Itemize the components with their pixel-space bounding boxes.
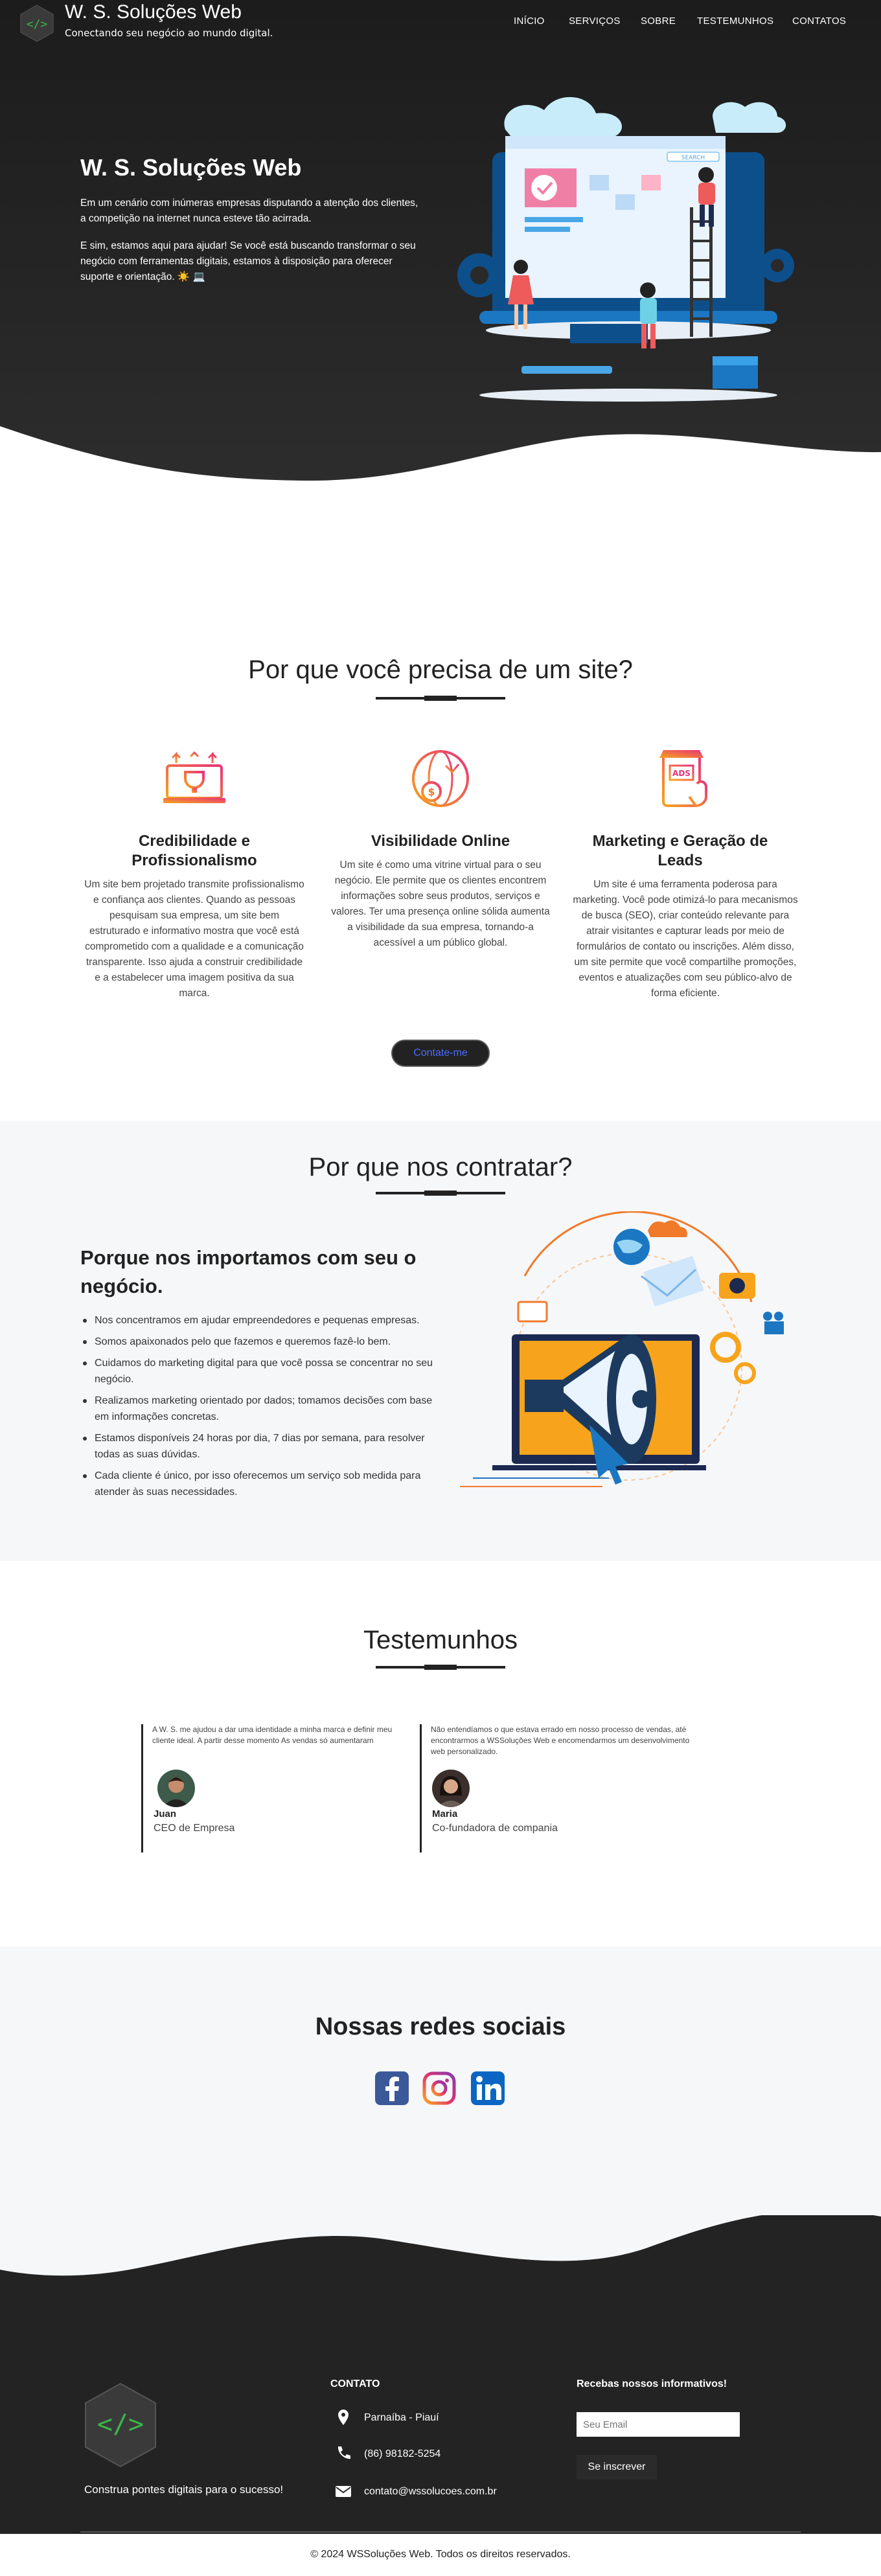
trophy-laptop-icon	[163, 751, 225, 803]
card-text-visibilidade: Um site é como uma vitrine virtual para …	[331, 860, 550, 948]
location-pin-icon	[338, 2410, 349, 2425]
nav-sobre[interactable]: SOBRE	[641, 16, 676, 27]
nav-inicio[interactable]: INÍCIO	[514, 16, 545, 27]
card-title-visibilidade: Visibilidade Online	[371, 832, 510, 850]
contact-email[interactable]: contato@wssolucoes.com.br	[364, 2486, 497, 2498]
instagram-icon[interactable]	[422, 2071, 456, 2105]
list-item: Estamos disponíveis 24 horas por dia, 7 …	[80, 1430, 443, 1463]
nav-testemunhos[interactable]: TESTEMUNHOS	[697, 16, 773, 27]
footer-logo-icon: </>	[85, 2382, 156, 2468]
testimonial-name: Juan	[154, 1808, 177, 1819]
contact-phone[interactable]: (86) 98182-5254	[364, 2448, 440, 2460]
why-us-list: Nos concentramos em ajudar empreendedore…	[80, 1312, 443, 1505]
testimonial-role: CEO de Empresa	[154, 1823, 235, 1834]
hero-title: W. S. Soluções Web	[80, 154, 302, 181]
copyright-text: © 2024 WSSoluções Web. Todos os direitos…	[310, 2549, 571, 2560]
cloud-shape	[504, 97, 786, 137]
testimonial-card: Não entendíamos o que estava errado em n…	[420, 1724, 692, 1852]
hero-paragraph-2: E sim, estamos aqui para ajudar! Se você…	[80, 240, 416, 282]
nav-contatos[interactable]: CONTATOS	[792, 16, 846, 27]
newsletter-email-input[interactable]	[577, 2412, 740, 2437]
testimonial-name: Maria	[432, 1808, 458, 1819]
megaphone-illustration	[460, 1211, 784, 1487]
envelope-shape	[641, 1256, 704, 1306]
list-item: Cuidamos do marketing digital para que v…	[80, 1355, 443, 1387]
testimonial-card: A W. S. me ajudou a dar uma identidade a…	[141, 1724, 413, 1852]
globe-coin-icon: $	[412, 750, 469, 807]
list-item: Realizamos marketing orientado por dados…	[80, 1393, 443, 1425]
list-item: Nos concentramos em ajudar empreendedore…	[80, 1312, 443, 1328]
facebook-icon[interactable]	[375, 2071, 409, 2105]
logo-icon[interactable]: </>	[19, 4, 54, 43]
globe-shape	[613, 1229, 650, 1265]
contact-location: Parnaíba - Piauí	[364, 2412, 439, 2423]
social-title: Nossas redes sociais	[315, 2013, 566, 2040]
section-title-testimonials: Testemunhos	[363, 1626, 518, 1654]
title-underline	[376, 1665, 505, 1670]
testimonial-text: A W. S. me ajudou a dar uma identidade a…	[152, 1725, 393, 1745]
brand-subtitle: Conectando seu negócio ao mundo digital.	[65, 27, 273, 39]
ads-label: ADS	[672, 769, 691, 778]
illustration-search-text: SEARCH	[681, 155, 705, 161]
svg-text:$: $	[428, 786, 435, 798]
footer-divider	[80, 2531, 801, 2533]
svg-text:</>: </>	[27, 17, 48, 31]
newsletter-heading: Recebas nossos informativos!	[577, 2378, 727, 2389]
phone-icon	[338, 2446, 350, 2459]
contact-me-button[interactable]: Contate-me	[391, 1040, 490, 1067]
why-us-heading: Porque nos importamos com seu o negócio.	[80, 1246, 417, 1297]
card-title-credibilidade: Credibilidade e Profissionalismo	[132, 832, 257, 869]
nav-servicos[interactable]: SERVIÇOS	[569, 16, 621, 27]
list-item: Cada cliente é único, por isso oferecemo…	[80, 1468, 443, 1500]
testimonial-role: Co-fundadora de compania	[432, 1823, 558, 1834]
card-text-marketing: Um site é uma ferramenta poderosa para m…	[573, 879, 798, 999]
camera-shape	[719, 1273, 755, 1299]
gear-shapes	[710, 1332, 756, 1384]
card-text-credibilidade: Um site bem projetado transmite profissi…	[84, 879, 304, 999]
footer-wave-divider	[0, 2202, 881, 2276]
title-underline	[376, 1191, 505, 1196]
avatar	[157, 1770, 195, 1807]
svg-text:</>: </>	[97, 2410, 144, 2439]
footer-tagline: Construa pontes digitais para o sucesso!	[84, 2483, 284, 2496]
hero-paragraph-1: Em um cenário com inúmeras empresas disp…	[80, 198, 418, 224]
ads-phone-icon: ADS	[659, 750, 707, 808]
title-underline	[376, 696, 505, 701]
list-item: Somos apaixonados pelo que fazemos e que…	[80, 1334, 443, 1350]
linkedin-icon[interactable]	[471, 2071, 505, 2105]
card-title-marketing: Marketing e Geração de Leads	[592, 832, 768, 869]
brand-title[interactable]: W. S. Soluções Web	[65, 1, 242, 23]
video-camera-shape	[763, 1312, 784, 1334]
section-title-why-site: Por que você precisa de um site?	[248, 655, 633, 684]
contact-heading: CONTATO	[330, 2378, 380, 2389]
testimonial-text: Não entendíamos o que estava errado em n…	[431, 1725, 690, 1756]
avatar	[432, 1770, 470, 1807]
hero-wave-divider	[0, 426, 881, 518]
section-title-why-us: Por que nos contratar?	[308, 1153, 573, 1181]
email-icon	[336, 2486, 351, 2497]
hero-illustration: SEARCH	[457, 97, 794, 402]
newsletter-subscribe-button[interactable]: Se inscrever	[577, 2455, 657, 2479]
